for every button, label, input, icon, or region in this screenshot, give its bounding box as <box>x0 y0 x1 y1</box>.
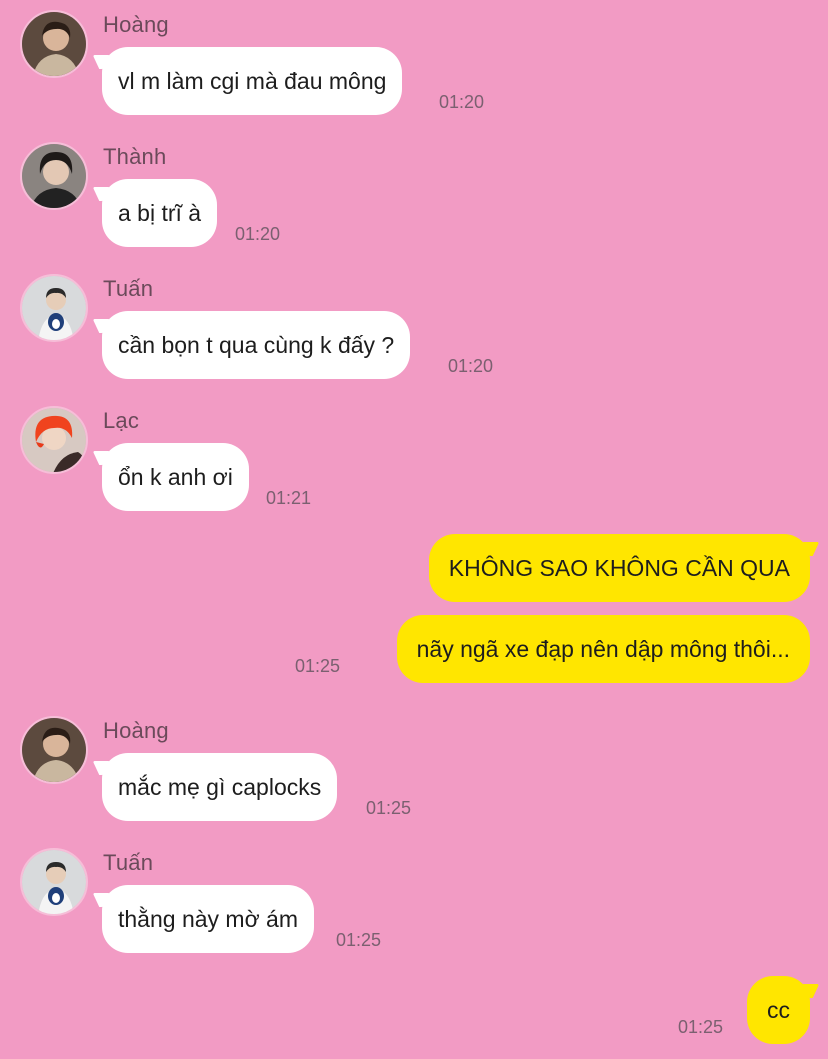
incoming-message: Thành a bị trĩ à 01:20 <box>0 136 828 247</box>
outgoing-message-bubble[interactable]: nãy ngã xe đạp nên dập mông thôi... <box>396 615 810 683</box>
avatar-hoang-icon <box>22 12 86 76</box>
incoming-message: Lạc ổn k anh ơi 01:21 <box>0 400 828 511</box>
message-time: 01:20 <box>439 92 485 112</box>
avatar-lac-icon <box>22 408 86 472</box>
message-bubble[interactable]: ổn k anh ơi <box>102 443 249 511</box>
sender-name: Tuấn <box>103 276 154 301</box>
message-time: 01:20 <box>448 356 494 376</box>
message-bubble[interactable]: cần bọn t qua cùng k đấy ? <box>102 311 411 379</box>
message-bubble[interactable]: mắc mẹ gì caplocks <box>102 753 338 821</box>
avatar[interactable] <box>20 10 88 78</box>
avatar-tuan-icon <box>22 276 86 340</box>
sender-name: Hoàng <box>103 718 169 743</box>
incoming-message: Tuấn cần bọn t qua cùng k đấy ? 01:20 <box>0 268 828 379</box>
avatar[interactable] <box>20 848 88 916</box>
chat-area[interactable]: Hoàng vl m làm cgi mà đau mông 01:20 Thà… <box>0 0 828 1059</box>
message-bubble[interactable]: vl m làm cgi mà đau mông <box>102 47 403 115</box>
avatar[interactable] <box>20 274 88 342</box>
avatar-hoang-icon <box>22 718 86 782</box>
outgoing-message-bubble[interactable]: KHÔNG SAO KHÔNG CẦN QUA <box>428 534 810 602</box>
message-time: 01:25 <box>336 930 382 950</box>
message-time: 01:25 <box>366 798 412 818</box>
avatar[interactable] <box>20 406 88 474</box>
sender-name: Lạc <box>103 408 140 433</box>
avatar[interactable] <box>20 142 88 210</box>
incoming-message: Tuấn thằng này mờ ám 01:25 <box>0 842 828 953</box>
outgoing-message-bubble[interactable]: cc <box>747 976 810 1044</box>
avatar-thanh-icon <box>22 144 86 208</box>
incoming-message: Hoàng mắc mẹ gì caplocks 01:25 <box>0 710 828 821</box>
sender-name: Thành <box>103 144 167 169</box>
avatar[interactable] <box>20 716 88 784</box>
message-time: 01:21 <box>266 488 312 508</box>
incoming-message: Hoàng vl m làm cgi mà đau mông 01:20 <box>0 4 828 115</box>
sender-name: Hoàng <box>103 12 169 37</box>
message-time: 01:25 <box>678 1017 724 1037</box>
sender-name: Tuấn <box>103 850 154 875</box>
avatar-tuan-icon <box>22 850 86 914</box>
message-bubble[interactable]: thằng này mờ ám <box>102 885 315 953</box>
message-time: 01:20 <box>235 224 281 244</box>
message-time: 01:25 <box>295 656 341 676</box>
message-bubble[interactable]: a bị trĩ à <box>102 179 218 247</box>
